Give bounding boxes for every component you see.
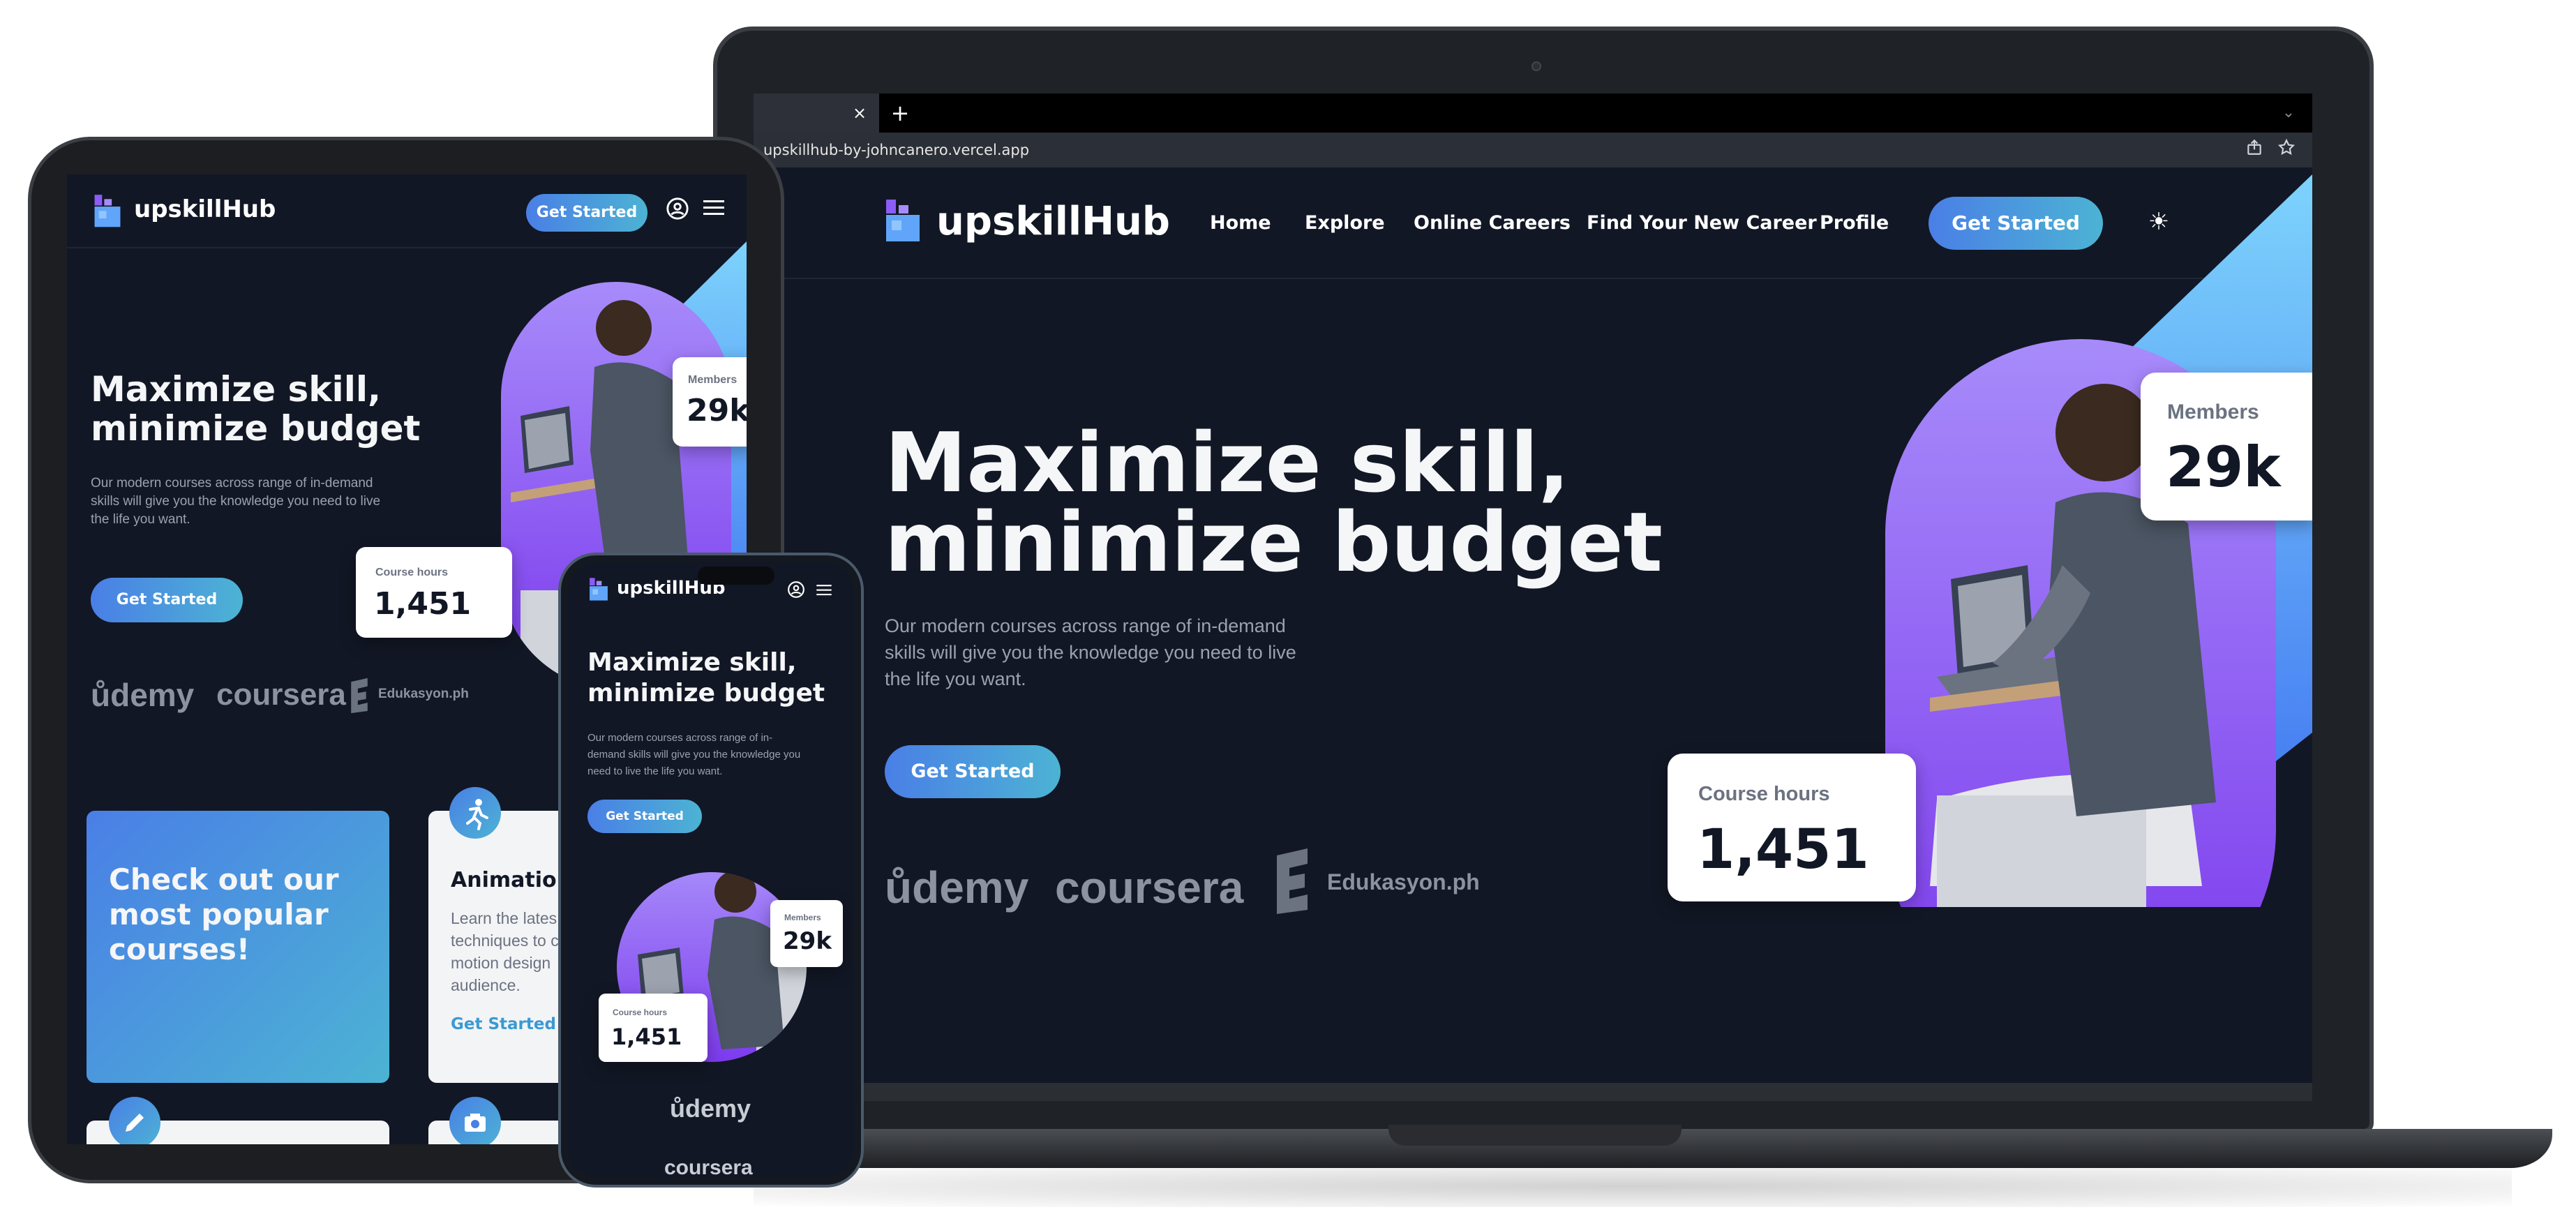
phone-get-started-button[interactable]: Get Started: [587, 800, 702, 833]
phone-hero-desc-line1: Our modern courses across range of in-: [587, 732, 773, 744]
chevron-down-icon[interactable]: ⌄: [2275, 99, 2302, 127]
animation-card-link[interactable]: Get Started: [451, 1013, 556, 1035]
tablet-partner-udemy-logo: ůdemy: [91, 677, 195, 713]
tablet-hero-desc-line2: skills will give you the knowledge you n…: [91, 494, 381, 509]
course-hours-value: 1,451: [1697, 818, 1869, 881]
animation-card-text-3: motion design: [451, 954, 551, 972]
animation-card-text-4: audience.: [451, 976, 521, 994]
tablet-hero-desc-line1: Our modern courses across range of in-de…: [91, 476, 373, 491]
animation-card-title: Animation: [451, 868, 571, 892]
animation-card-text-1: Learn the lates: [451, 909, 557, 927]
popular-courses-line2: most popular: [109, 897, 329, 931]
tablet-hero-title-line2: minimize budget: [91, 408, 421, 449]
phone-members-value: 29k: [783, 927, 832, 955]
popular-courses-line3: courses!: [109, 932, 250, 966]
popular-courses-card[interactable]: Check out our most popular courses!: [87, 811, 389, 1083]
url-text[interactable]: upskillhub-by-johncanero.vercel.app: [763, 140, 1029, 160]
popular-courses-line1: Check out our: [109, 862, 339, 897]
phone-members-card: Members 29k: [770, 900, 843, 967]
tab-close-icon[interactable]: ×: [847, 99, 872, 127]
phone-partner-udemy-logo: ůdemy: [670, 1094, 751, 1123]
phone-course-hours-label: Course hours: [613, 1008, 668, 1017]
phone-hero-title-line2: minimize budget: [587, 679, 825, 707]
phone-hero-title-line1: Maximize skill,: [587, 648, 797, 677]
running-icon: [449, 787, 501, 839]
animation-card-text-2: techniques to c: [451, 931, 559, 950]
nav-home[interactable]: Home: [1210, 211, 1271, 236]
phone-course-hours-value: 1,451: [611, 1024, 682, 1050]
members-value: 29k: [2166, 435, 2281, 500]
course-hours-label: Course hours: [1698, 783, 1830, 805]
tablet-menu-icon[interactable]: [703, 198, 724, 220]
star-icon[interactable]: [2275, 138, 2298, 162]
laptop-screen: × + ⌄ upskillhub-by-johncanero.vercel.ap…: [754, 93, 2312, 1083]
tablet-course-hours-card: Course hours 1,451: [356, 547, 512, 638]
hero-title-line2: minimize budget: [885, 494, 1663, 590]
browser-tab-bar: × + ⌄: [754, 93, 2312, 133]
hero-desc-line2: skills will give you the knowledge you n…: [885, 642, 1296, 663]
camera-icon: [1532, 61, 1541, 71]
laptop-bezel-bottom: [754, 1083, 2312, 1101]
hero-title-line1: Maximize skill,: [885, 414, 1570, 511]
tablet-get-started-button[interactable]: Get Started: [526, 194, 647, 232]
brand-name[interactable]: upskillHub: [936, 198, 1170, 246]
partner-coursera-logo: coursera: [1055, 862, 1244, 913]
phone-course-hours-card: Course hours 1,451: [599, 994, 707, 1062]
nav-online-careers[interactable]: Online Careers: [1414, 211, 1571, 236]
new-tab-icon[interactable]: +: [886, 99, 914, 127]
tablet-profile-icon[interactable]: [666, 197, 689, 223]
edukasyon-icon: [1273, 848, 1312, 917]
phone-screen: upskillHub Maximize skill, minimize budg…: [568, 562, 854, 1178]
laptop-trackpad-notch: [1388, 1125, 1682, 1146]
nav-explore[interactable]: Explore: [1305, 211, 1385, 236]
course-hours-card: Course hours 1,451: [1668, 754, 1916, 901]
partner-udemy-logo: ůdemy: [885, 862, 1029, 913]
tablet-course-hours-label: Course hours: [375, 567, 449, 578]
laptop-shadow: [754, 1165, 2512, 1207]
tablet-course-hours-value: 1,451: [374, 586, 472, 622]
tablet-members-value: 29k: [687, 393, 747, 428]
nav-find-career[interactable]: Find Your New Career: [1587, 211, 1817, 236]
members-label: Members: [2167, 400, 2259, 424]
tablet-logo-icon[interactable]: [93, 194, 121, 232]
hero-get-started-button[interactable]: Get Started: [885, 745, 1061, 798]
phone-notch: [698, 567, 774, 585]
phone-hero-desc-line3: need to live the life you want.: [587, 765, 723, 777]
members-card: Members 29k: [2141, 373, 2312, 521]
share-icon[interactable]: [2242, 138, 2266, 162]
device-mockup-canvas: × + ⌄ upskillhub-by-johncanero.vercel.ap…: [0, 0, 2576, 1228]
phone-hero-desc-line2: demand skills will give you the knowledg…: [587, 749, 801, 761]
partner-edukasyon-logo: Edukasyon.ph: [1327, 869, 1480, 894]
phone-members-label: Members: [784, 913, 821, 922]
phone-logo-icon[interactable]: [589, 578, 608, 604]
tablet-edukasyon-icon: [349, 674, 370, 720]
phone-partner-coursera-logo: coursera: [664, 1156, 753, 1178]
hero-desc-line1: Our modern courses across range of in-de…: [885, 615, 1286, 636]
tablet-hero-desc-line3: the life you want.: [91, 512, 190, 527]
tablet-members-label: Members: [688, 374, 737, 386]
tablet-members-card: Members 29k: [673, 357, 747, 447]
tablet-hero-get-started-button[interactable]: Get Started: [91, 578, 243, 622]
camera-icon: [449, 1097, 501, 1144]
pencil-icon: [109, 1097, 160, 1144]
tablet-partner-coursera-logo: coursera: [216, 677, 346, 712]
phone-profile-icon[interactable]: [787, 581, 805, 601]
address-bar[interactable]: upskillhub-by-johncanero.vercel.app: [754, 133, 2312, 167]
phone-menu-icon[interactable]: [816, 583, 832, 600]
hero-desc-line3: the life you want.: [885, 668, 1026, 689]
tablet-hero-title-line1: Maximize skill,: [91, 369, 381, 410]
tablet-brand-name[interactable]: upskillHub: [134, 194, 276, 225]
logo-icon[interactable]: [885, 200, 921, 246]
